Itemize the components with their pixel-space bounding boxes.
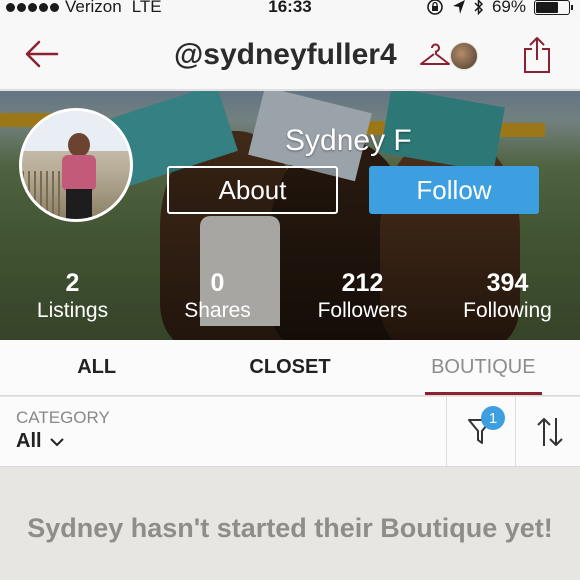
page-title: @sydneyfuller4	[174, 38, 397, 71]
stat-value: 394	[486, 269, 529, 297]
about-button[interactable]: About	[167, 166, 338, 214]
battery-percent: 69%	[491, 0, 526, 16]
battery-icon	[534, 0, 573, 15]
profile-stats: 2 Listings 0 Shares 212 Followers 394 Fo…	[0, 268, 580, 328]
tab-closet[interactable]: CLOSET	[193, 340, 386, 395]
nav-bar: @sydneyfuller4	[0, 20, 580, 90]
sort-arrows-icon	[537, 418, 563, 446]
follow-button[interactable]: Follow	[369, 166, 539, 214]
profile-name: Sydney F	[285, 124, 412, 157]
location-arrow-icon	[452, 0, 465, 14]
stat-shares[interactable]: 0 Shares	[145, 268, 290, 328]
stat-value: 2	[65, 269, 80, 297]
nav-avatar[interactable]	[450, 42, 478, 70]
stat-followers[interactable]: 212 Followers	[290, 268, 435, 328]
stat-value: 212	[341, 269, 384, 297]
category-label: CATEGORY	[16, 408, 110, 427]
empty-boutique-message: Sydney hasn't started their Boutique yet…	[27, 513, 553, 543]
rotation-lock-icon	[427, 0, 443, 15]
stat-value: 0	[210, 269, 225, 297]
share-button[interactable]	[520, 35, 554, 75]
stat-label: Followers	[317, 299, 408, 322]
stat-label: Shares	[184, 299, 251, 322]
back-button[interactable]	[22, 36, 62, 72]
stat-label: Listings	[36, 299, 109, 322]
back-arrow-icon	[25, 40, 59, 68]
tab-all[interactable]: ALL	[0, 340, 193, 395]
profile-avatar[interactable]	[19, 108, 133, 222]
stat-listings[interactable]: 2 Listings	[0, 268, 145, 328]
category-value: All	[16, 430, 42, 452]
bluetooth-icon	[474, 0, 484, 16]
chevron-down-icon	[49, 437, 64, 446]
stat-following[interactable]: 394 Following	[435, 268, 580, 328]
category-dropdown[interactable]: All	[16, 430, 64, 453]
share-icon	[524, 37, 550, 73]
hanger-icon[interactable]	[418, 40, 452, 70]
tab-boutique[interactable]: BOUTIQUE	[387, 340, 580, 395]
closet-tabs: ALL CLOSET BOUTIQUE	[0, 340, 580, 396]
stat-label: Following	[463, 299, 552, 322]
filter-button[interactable]: 1	[447, 397, 515, 467]
status-bar: Verizon LTE 16:33 69%	[0, 0, 580, 20]
filter-count-badge: 1	[481, 406, 505, 430]
filter-row: CATEGORY All 1	[0, 397, 580, 467]
sort-button[interactable]	[516, 397, 580, 467]
